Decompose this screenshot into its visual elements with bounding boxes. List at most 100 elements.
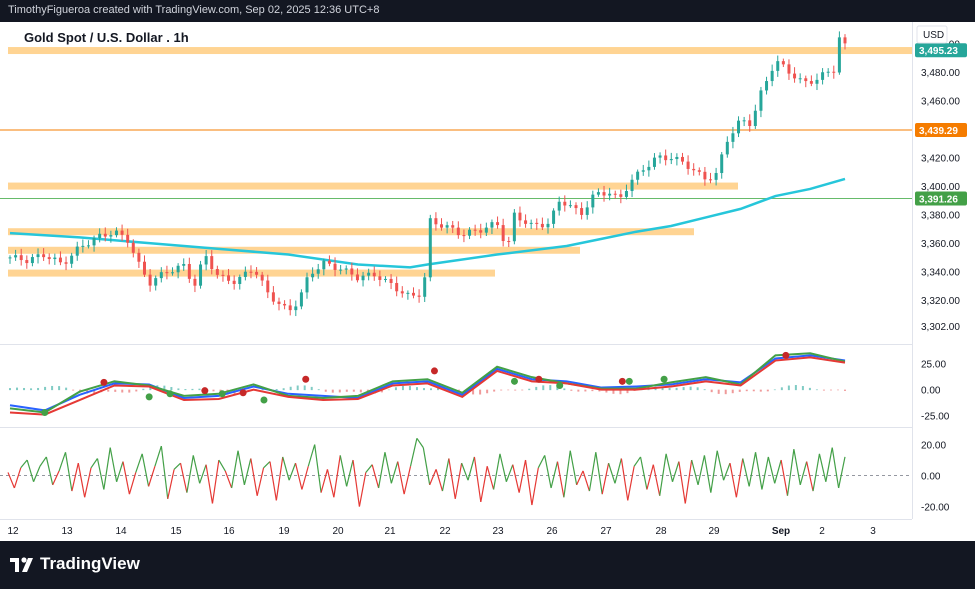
histogram-bar	[296, 385, 299, 391]
x-tick-label: 23	[492, 526, 504, 537]
oscillator-segment	[135, 453, 143, 473]
candle-body	[798, 78, 802, 80]
signal-dot	[218, 390, 226, 398]
candle-body	[243, 271, 247, 277]
candle-body	[568, 205, 572, 207]
support-resistance-zone	[8, 182, 738, 190]
histogram-bar	[184, 389, 187, 391]
histogram-bar	[829, 389, 832, 391]
candle-body	[725, 141, 729, 155]
candle-body	[30, 257, 34, 264]
oscillator-segment	[454, 463, 463, 499]
candle-body	[19, 255, 23, 261]
oscillator-segment	[697, 455, 706, 485]
candle-body	[142, 261, 146, 275]
candle-body	[479, 230, 483, 233]
candle-body	[608, 193, 612, 196]
x-tick-label: 12	[7, 526, 19, 537]
oscillator-segment	[141, 453, 150, 487]
histogram-bar	[479, 389, 482, 395]
oscillator-segment	[505, 464, 514, 482]
histogram-bar	[808, 387, 811, 391]
candle-body	[512, 212, 516, 242]
oscillator-segment	[812, 453, 821, 492]
candle-body	[630, 179, 634, 192]
attribution-text: TimothyFigueroa created with TradingView…	[8, 4, 380, 16]
histogram-bar	[731, 389, 734, 394]
oscillator-segment	[346, 459, 354, 487]
candle-body	[215, 269, 219, 275]
candle-body	[552, 210, 556, 224]
histogram-bar	[408, 386, 411, 391]
histogram-bar	[703, 389, 706, 391]
candle-body	[624, 191, 628, 197]
candle-body	[473, 229, 477, 231]
tradingview-logo-icon	[10, 557, 33, 572]
signal-dot	[239, 389, 247, 397]
candle-body	[456, 227, 460, 236]
histogram-bar	[500, 389, 503, 391]
oscillator-segment	[7, 472, 15, 489]
histogram-bar	[535, 386, 538, 391]
candle-body	[484, 227, 488, 233]
histogram-bar	[324, 389, 327, 392]
candle-body	[36, 254, 40, 258]
oscillator-segment	[499, 453, 507, 482]
histogram-bar	[170, 387, 173, 391]
y-tick-label: -20.00	[921, 503, 950, 514]
histogram-bar	[696, 387, 699, 391]
oscillator-segment	[377, 452, 386, 489]
oscillator-segment	[365, 464, 373, 473]
y-tick-label: 3,480.00	[921, 68, 960, 79]
histogram-bar	[493, 389, 496, 392]
oscillator-segment	[371, 464, 380, 489]
oscillator-segment	[250, 458, 258, 496]
candle-body	[14, 255, 18, 258]
oscillator-segment	[627, 466, 635, 501]
candle-body	[176, 265, 180, 273]
oscillator-segment	[588, 452, 597, 492]
candle-body	[613, 193, 617, 195]
oscillator-segment	[537, 455, 546, 469]
oscillator-segment	[614, 458, 622, 484]
oscillator-segment	[231, 450, 239, 489]
oscillator-segment	[109, 447, 118, 482]
candle-body	[658, 155, 662, 158]
oscillator-segment	[33, 466, 41, 482]
histogram-bar	[191, 388, 194, 391]
oscillator-segment	[441, 458, 450, 492]
moving-average-line	[9, 177, 846, 269]
oscillator-segment	[211, 459, 220, 504]
y-tick-label: 3,420.00	[921, 154, 960, 165]
candle-body	[434, 218, 438, 225]
candle-body	[288, 305, 292, 311]
y-tick-label: 3,302.00	[921, 322, 960, 333]
histogram-bar	[486, 389, 489, 394]
oscillator-segment	[576, 470, 584, 486]
histogram-bar	[58, 386, 61, 391]
histogram-bar	[37, 387, 40, 391]
oscillator-segment	[793, 449, 801, 485]
candle-body	[585, 207, 589, 215]
x-tick-label: 27	[600, 526, 612, 537]
histogram-bar	[668, 388, 671, 391]
tradingview-brand: TradingView	[40, 554, 140, 573]
candle-body	[580, 208, 584, 215]
y-tick-label: 20.00	[921, 441, 946, 452]
oscillator-segment	[831, 447, 840, 489]
oscillator-segment	[710, 450, 718, 493]
y-tick-label: 3,380.00	[921, 211, 960, 222]
histogram-bar	[801, 386, 804, 391]
signal-dot	[660, 375, 668, 383]
candle-body	[669, 159, 673, 161]
candle-body	[529, 222, 533, 224]
histogram-bar	[689, 386, 692, 391]
candle-body	[647, 166, 651, 171]
oscillator-segment	[761, 456, 769, 490]
signal-dot	[430, 367, 438, 375]
oscillator-segment	[352, 459, 361, 507]
candle-body	[524, 220, 528, 224]
candle-body	[417, 295, 421, 297]
histogram-bar	[528, 388, 531, 391]
candle-body	[64, 262, 68, 264]
